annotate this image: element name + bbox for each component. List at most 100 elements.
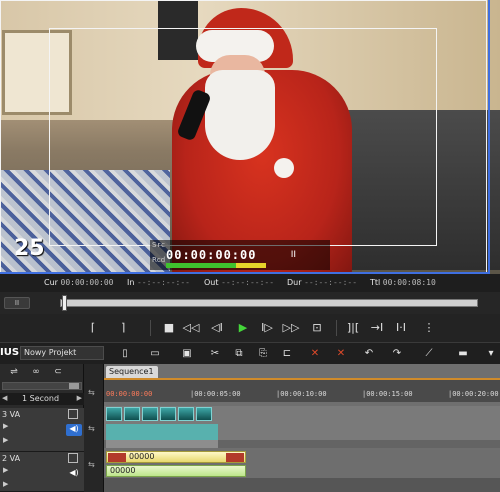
- sync-icon[interactable]: ⇆: [88, 460, 100, 472]
- overlay-timecode: 00:00:00:00: [166, 248, 257, 262]
- undo-icon[interactable]: ↶: [362, 347, 376, 361]
- in-timecode: In --:--:--:--: [127, 278, 190, 287]
- ruler-label: |00:00:15:00: [362, 390, 413, 398]
- separator: [150, 320, 151, 336]
- clip-label: 00000: [129, 452, 155, 461]
- preview-monitor: 25 Src Rcd 00:00:00:00 II: [0, 0, 500, 274]
- timeline-toolbar: IUS Nowy Projekt ▯ ▭ ▣ ✂ ⧉ ⎘ ⊏ ✕ ✕ ↶ ↷ ⟋…: [0, 342, 500, 364]
- cur-label: Cur: [44, 278, 58, 287]
- ttl-timecode: Ttl 00:00:08:10: [370, 278, 436, 287]
- timeline-ruler[interactable]: 00:00:00:00 |00:00:05:00 |00:00:10:00 |0…: [104, 380, 500, 402]
- ruler-label: |00:00:10:00: [276, 390, 327, 398]
- lock-icon[interactable]: [68, 409, 78, 419]
- new-icon[interactable]: ▯: [118, 347, 132, 361]
- dur-value: --:--:--:--: [304, 278, 358, 287]
- settings-icon[interactable]: ▾: [484, 347, 498, 361]
- ruler-label: 00:00:00:00: [106, 390, 153, 398]
- set-in-icon[interactable]: ]|[: [344, 319, 362, 337]
- pause-button[interactable]: II: [4, 297, 30, 309]
- ripple-delete-icon[interactable]: ✕: [334, 347, 348, 361]
- preview-border: [0, 0, 490, 274]
- video-clip-2va[interactable]: 00000: [106, 451, 246, 463]
- rewind-icon[interactable]: ◁◁: [182, 319, 200, 337]
- loop-icon[interactable]: ∞: [28, 367, 44, 379]
- scrub-bar: II: [0, 292, 500, 314]
- track-name: 3 VA: [2, 410, 21, 419]
- delete-icon[interactable]: ✕: [308, 347, 322, 361]
- link-mode-icon[interactable]: ⊂: [50, 367, 66, 379]
- frame-counter: 25: [14, 236, 45, 261]
- razor-icon[interactable]: ⟋: [422, 347, 436, 361]
- ruler-label: |00:00:20:00: [448, 390, 499, 398]
- track-view-icon[interactable]: ⇌: [6, 367, 22, 379]
- copy-icon[interactable]: ⧉: [232, 347, 246, 361]
- sync-icon[interactable]: ⇆: [88, 388, 100, 400]
- out-timecode: Out --:--:--:--: [204, 278, 274, 287]
- audio-monitor-icon[interactable]: ◀): [66, 424, 82, 436]
- expand-audio-icon[interactable]: ▶: [3, 436, 8, 444]
- ruler-label: |00:00:05:00: [190, 390, 241, 398]
- dur-label: Dur: [287, 278, 302, 287]
- clip-label: 00000: [110, 466, 136, 475]
- sync-icon[interactable]: ⇆: [88, 424, 100, 436]
- timecode-bar: Cur 00:00:00:00 In --:--:--:-- Out --:--…: [0, 274, 500, 292]
- clip-thumbnail[interactable]: [178, 407, 194, 421]
- cut-icon[interactable]: ✂: [208, 347, 222, 361]
- play-icon[interactable]: ▶: [234, 319, 252, 337]
- scale-left-icon[interactable]: ◀: [2, 394, 7, 402]
- more-icon[interactable]: ⋮: [420, 319, 438, 337]
- clip-thumbnail[interactable]: [160, 407, 176, 421]
- redo-icon[interactable]: ↷: [390, 347, 404, 361]
- cur-value: 00:00:00:00: [60, 278, 114, 287]
- clip-icon[interactable]: ⊏: [280, 347, 294, 361]
- overlay-pause-icon: II: [290, 250, 296, 260]
- src-label: Src: [152, 241, 167, 249]
- expand-audio-icon[interactable]: ▶: [3, 480, 8, 488]
- sequence-tab[interactable]: Sequence1: [106, 366, 158, 378]
- open-icon[interactable]: ▭: [148, 347, 162, 361]
- clip-thumbnail[interactable]: [124, 407, 140, 421]
- timescale-select[interactable]: ◀ 1 Second ▶: [0, 393, 84, 405]
- zoom-slider[interactable]: [2, 382, 82, 390]
- mark-in-icon[interactable]: ⌈: [84, 319, 102, 337]
- goto-in-icon[interactable]: →I: [368, 319, 386, 337]
- clip-thumbnail[interactable]: [106, 407, 122, 421]
- audio-monitor-icon[interactable]: ◀): [66, 468, 82, 480]
- save-icon[interactable]: ▣: [180, 347, 194, 361]
- transport-controls: ⌈ ⌉ ■ ◁◁ ◁I ▶ I▷ ▷▷ ⊡ ]|[ →I I·I ⋮: [0, 314, 500, 342]
- track-lane-empty[interactable]: [104, 478, 500, 492]
- audio-level-meter: [166, 263, 266, 268]
- timecode-overlay: Src Rcd 00:00:00:00 II: [150, 240, 330, 270]
- ttl-value: 00:00:08:10: [382, 278, 436, 287]
- project-name-field[interactable]: Nowy Projekt: [20, 346, 104, 360]
- clip-thumbnails[interactable]: [106, 407, 212, 421]
- expand-icon[interactable]: ▶: [3, 466, 8, 474]
- track-header-3va[interactable]: 3 VA ▶ ▶ ◀): [0, 408, 84, 452]
- scrub-handle[interactable]: [62, 295, 67, 311]
- app-label: IUS: [0, 347, 20, 358]
- clip-thumbnail[interactable]: [142, 407, 158, 421]
- clip-sub-bar[interactable]: [106, 440, 218, 448]
- output-icon[interactable]: ⊡: [308, 319, 326, 337]
- lock-icon[interactable]: [68, 453, 78, 463]
- mark-out-icon[interactable]: ⌉: [114, 319, 132, 337]
- track-header-2va[interactable]: 2 VA ▶ ▶ ◀): [0, 452, 84, 492]
- sync-lock-column: ⇆ ⇆ ⇆: [84, 364, 104, 492]
- audio-clip-2va[interactable]: 00000: [106, 465, 246, 477]
- expand-icon[interactable]: ▶: [3, 422, 8, 430]
- paste-icon[interactable]: ⎘: [256, 347, 270, 361]
- clip-thumbnail[interactable]: [196, 407, 212, 421]
- step-forward-icon[interactable]: I▷: [258, 319, 276, 337]
- audio-clip-3va[interactable]: [106, 424, 218, 440]
- rec-label: Rcd: [152, 256, 166, 264]
- insert-icon[interactable]: I·I: [392, 319, 410, 337]
- zoom-slider-knob[interactable]: [69, 383, 79, 389]
- track-header-panel: ⇌ ∞ ⊂ ◀ 1 Second ▶ 3 VA ▶ ▶ ◀) 2 VA ▶ ▶ …: [0, 364, 84, 492]
- timeline-area: Sequence1 00:00:00:00 |00:00:05:00 |00:0…: [104, 364, 500, 492]
- stop-icon[interactable]: ■: [160, 319, 178, 337]
- scrub-track[interactable]: [60, 299, 478, 307]
- scale-right-icon[interactable]: ▶: [77, 394, 82, 402]
- marker-icon[interactable]: ▬: [456, 347, 470, 361]
- step-back-icon[interactable]: ◁I: [208, 319, 226, 337]
- fast-forward-icon[interactable]: ▷▷: [282, 319, 300, 337]
